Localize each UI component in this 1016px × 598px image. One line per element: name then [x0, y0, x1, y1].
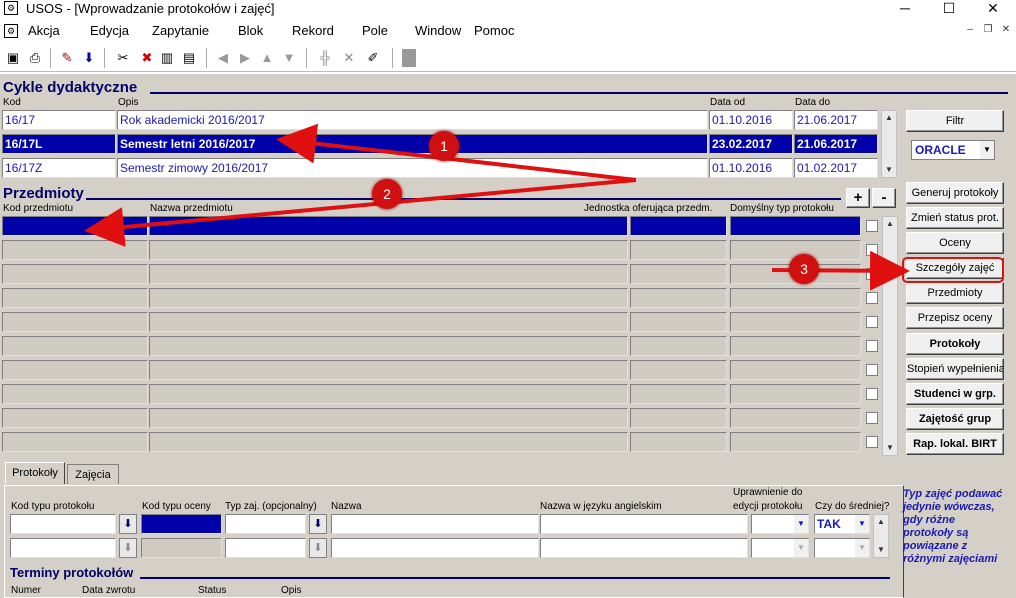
class-details-highlight [902, 257, 1004, 283]
callout-2: 2 [372, 179, 402, 209]
annotation-arrows [84, 123, 1004, 291]
arrow-to-cycle-row [276, 123, 637, 182]
callout-3: 3 [789, 254, 819, 284]
callout-1: 1 [429, 131, 459, 161]
arrow-to-subject-code [84, 178, 637, 247]
